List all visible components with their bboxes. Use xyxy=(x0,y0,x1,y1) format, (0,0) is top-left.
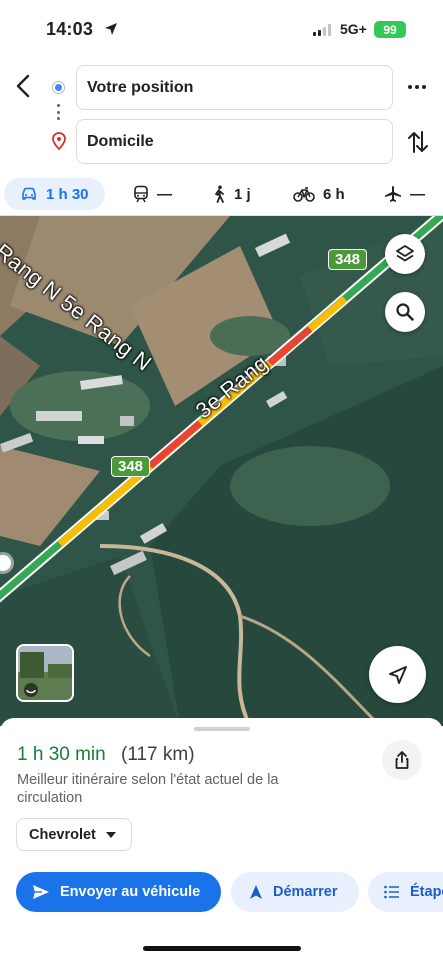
mode-flight[interactable]: — xyxy=(384,178,425,210)
back-arrow-icon[interactable] xyxy=(12,72,36,100)
mode-walk-label: 1 j xyxy=(234,185,251,203)
car-icon xyxy=(22,187,36,200)
send-to-vehicle-button[interactable]: Envoyer au véhicule xyxy=(16,872,221,912)
layers-button[interactable] xyxy=(385,234,425,274)
airplane-icon xyxy=(385,186,401,202)
search-icon xyxy=(396,303,414,321)
navigation-arrow-icon xyxy=(250,885,262,899)
train-icon xyxy=(134,185,148,203)
street-view-preview xyxy=(18,646,72,700)
caret-down-icon xyxy=(105,831,116,838)
mode-flight-label: — xyxy=(410,185,425,203)
route-dots-icon xyxy=(57,104,60,120)
route-shield: 348 xyxy=(328,249,368,270)
share-icon xyxy=(395,751,409,769)
status-bar: 14:03 5G+ 99 xyxy=(0,0,443,58)
route-distance: (117 km) xyxy=(121,744,195,765)
origin-input[interactable]: Votre position xyxy=(76,65,393,110)
vehicle-dropdown[interactable]: Chevrolet xyxy=(16,818,132,851)
map-view[interactable]: Rang N 5e Rang N 3e Rang 348 348 xyxy=(0,216,443,726)
recenter-button[interactable] xyxy=(369,646,426,703)
battery-level: 99 xyxy=(383,22,397,37)
location-arrow-icon xyxy=(105,23,117,35)
steps-button[interactable]: Étapes xyxy=(368,872,443,912)
mode-transit-label: — xyxy=(157,185,172,203)
layers-icon xyxy=(396,245,414,262)
travel-modes: 1 h 30 — 1 j 6 h — xyxy=(0,176,443,214)
walk-icon xyxy=(215,185,224,203)
bicycle-icon xyxy=(293,187,315,202)
street-view-thumbnail[interactable] xyxy=(16,644,74,702)
cell-signal-icon xyxy=(313,24,331,36)
more-options-icon[interactable] xyxy=(408,78,430,96)
start-button[interactable]: Démarrer xyxy=(231,872,359,912)
start-label: Démarrer xyxy=(273,884,338,900)
swap-icon[interactable] xyxy=(406,128,430,156)
home-indicator[interactable] xyxy=(143,946,301,951)
mode-bike-label: 6 h xyxy=(323,185,345,203)
mode-transit[interactable]: — xyxy=(133,178,172,210)
map-search-button[interactable] xyxy=(385,292,425,332)
network-type: 5G+ xyxy=(340,21,367,37)
navigation-arrow-icon xyxy=(388,665,407,684)
sheet-grabber[interactable] xyxy=(194,727,250,731)
mode-car-label: 1 h 30 xyxy=(46,185,89,203)
route-duration: 1 h 30 min xyxy=(17,744,106,765)
send-to-vehicle-label: Envoyer au véhicule xyxy=(60,884,201,900)
origin-dot-icon xyxy=(53,82,64,93)
route-details-sheet: 1 h 30 min (117 km) Meilleur itinéraire … xyxy=(0,718,443,960)
destination-pin-icon xyxy=(52,132,66,150)
steps-label: Étapes xyxy=(410,884,443,900)
status-time: 14:03 xyxy=(46,19,94,39)
share-button[interactable] xyxy=(382,740,422,780)
send-icon xyxy=(33,885,49,899)
mode-walk[interactable]: 1 j xyxy=(212,178,251,210)
destination-input[interactable]: Domicile xyxy=(76,119,393,164)
list-icon xyxy=(384,885,399,899)
mode-car[interactable]: 1 h 30 xyxy=(4,178,105,210)
mode-bike[interactable]: 6 h xyxy=(293,178,345,210)
route-shield: 348 xyxy=(111,456,151,477)
vehicle-label: Chevrolet xyxy=(29,826,96,843)
battery-indicator: 99 xyxy=(374,21,406,38)
route-description: Meilleur itinéraire selon l'état actuel … xyxy=(17,772,279,806)
